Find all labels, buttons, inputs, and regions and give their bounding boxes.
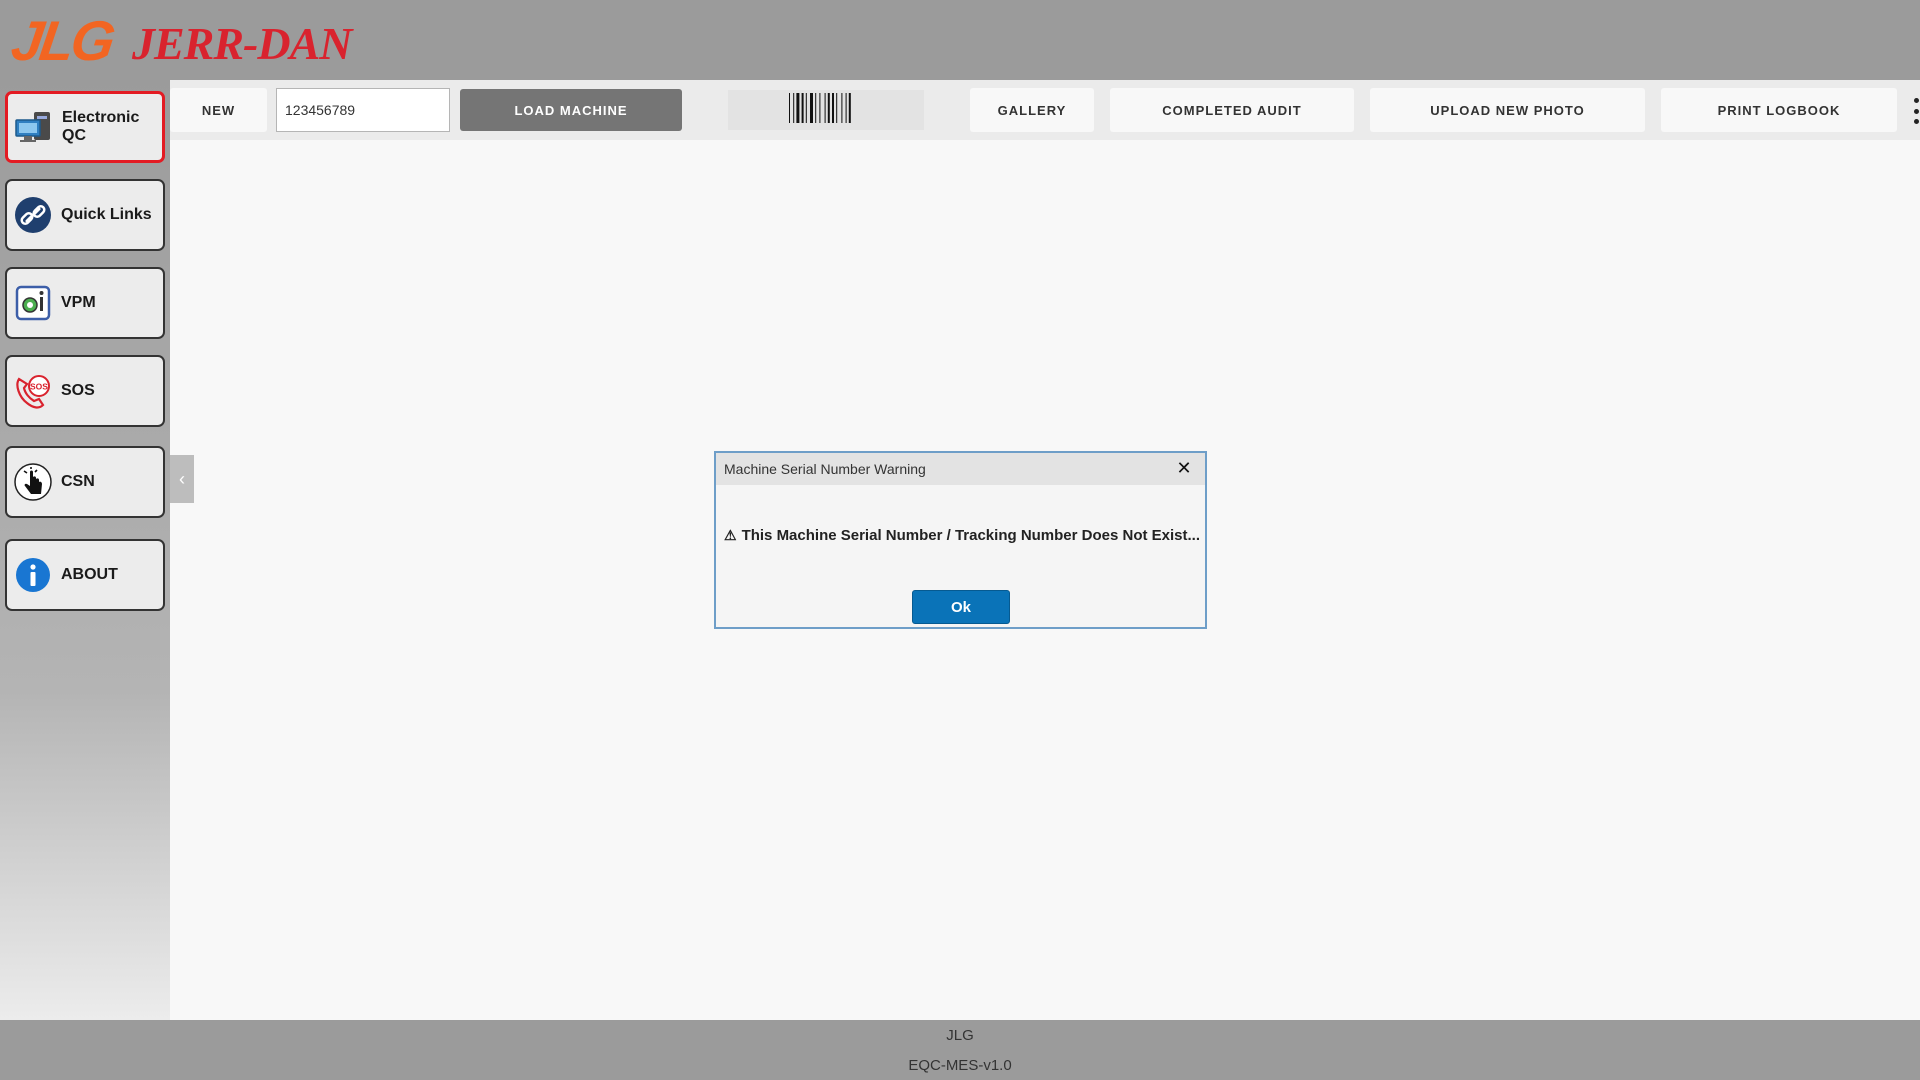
jerr-dan-logo: JERR-DAN xyxy=(132,18,352,69)
kebab-menu-icon[interactable] xyxy=(1912,98,1920,124)
vpm-icon xyxy=(13,283,53,323)
link-icon xyxy=(13,195,53,235)
sidebar-collapse-button[interactable]: ‹ xyxy=(170,455,194,503)
upload-new-photo-button[interactable]: UPLOAD NEW PHOTO xyxy=(1370,88,1645,132)
sidebar-item-vpm[interactable]: VPM xyxy=(5,267,165,339)
sidebar-item-label: ABOUT xyxy=(61,566,118,583)
sidebar-item-label: VPM xyxy=(61,294,96,311)
monitor-icon xyxy=(14,107,54,147)
sidebar-item-electronic-qc[interactable]: Electronic QC xyxy=(5,91,165,163)
sidebar-item-label: Electronic QC xyxy=(62,109,140,144)
chevron-left-icon: ‹ xyxy=(179,468,185,489)
svg-text:SOS: SOS xyxy=(30,382,48,392)
completed-audit-button[interactable]: COMPLETED AUDIT xyxy=(1110,88,1354,132)
dialog-message: ⚠ This Machine Serial Number / Tracking … xyxy=(724,527,1200,544)
warning-icon: ⚠ xyxy=(724,527,737,543)
toolbar: NEW LOAD MACHINE GALLERY COMPLETED AUDIT… xyxy=(170,80,1920,140)
sidebar-item-quick-links[interactable]: Quick Links xyxy=(5,179,165,251)
new-button[interactable]: NEW xyxy=(170,88,267,132)
barcode-icon xyxy=(788,92,864,129)
close-icon[interactable]: ✕ xyxy=(1173,457,1195,479)
print-logbook-button[interactable]: PRINT LOGBOOK xyxy=(1661,88,1897,132)
sidebar-item-label: CSN xyxy=(61,473,95,490)
sidebar-item-label: Quick Links xyxy=(61,206,152,223)
serial-number-input[interactable] xyxy=(276,88,450,132)
footer-version: EQC-MES-v1.0 xyxy=(908,1057,1012,1074)
sidebar-item-about[interactable]: ABOUT xyxy=(5,539,165,611)
gallery-button[interactable]: GALLERY xyxy=(970,88,1094,132)
sidebar-item-csn[interactable]: CSN xyxy=(5,446,165,518)
hand-pointer-icon xyxy=(13,462,53,502)
dialog-titlebar: Machine Serial Number Warning ✕ xyxy=(716,453,1205,485)
barcode-scan-button[interactable] xyxy=(728,90,924,130)
app-header: JLG JERR-DAN xyxy=(0,0,1920,80)
dialog-message-text: This Machine Serial Number / Tracking Nu… xyxy=(741,527,1201,544)
sos-phone-icon: SOS xyxy=(13,371,53,411)
sidebar-item-sos[interactable]: SOS SOS xyxy=(5,355,165,427)
sidebar-item-label: SOS xyxy=(61,382,95,399)
footer: JLG EQC-MES-v1.0 xyxy=(0,1020,1920,1080)
sidebar: Electronic QC Quick Links VPM SOS SOS CS… xyxy=(0,80,170,1020)
warning-dialog: Machine Serial Number Warning ✕ ⚠ This M… xyxy=(714,451,1207,629)
ok-button[interactable]: Ok xyxy=(912,590,1010,624)
dialog-title: Machine Serial Number Warning xyxy=(724,461,926,477)
footer-company: JLG xyxy=(946,1027,974,1044)
info-icon xyxy=(13,555,53,595)
jlg-logo: JLG xyxy=(7,9,117,72)
load-machine-button[interactable]: LOAD MACHINE xyxy=(460,89,682,131)
